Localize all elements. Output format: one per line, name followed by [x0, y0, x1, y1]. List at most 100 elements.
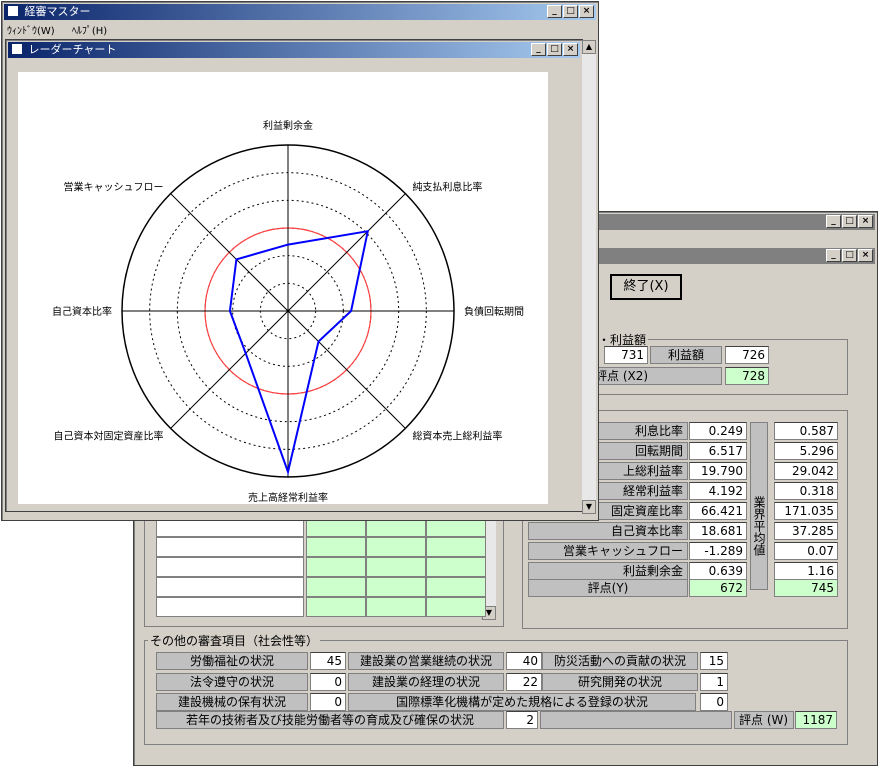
- other-item-value[interactable]: 0: [310, 693, 346, 711]
- score-x2-label: 評点 (X2): [590, 367, 722, 385]
- grid-cell-value[interactable]: [366, 577, 426, 597]
- close-button[interactable]: ×: [563, 43, 578, 56]
- grid-cell-value[interactable]: [306, 557, 366, 577]
- ratio-value[interactable]: -1.289: [689, 542, 747, 560]
- ratio-label: 自己資本比率: [528, 522, 688, 540]
- maximize-button[interactable]: □: [842, 215, 857, 228]
- app-icon: [8, 6, 18, 16]
- close-button[interactable]: ×: [579, 5, 594, 18]
- ratio-average[interactable]: 1.16: [774, 562, 838, 580]
- other-item-label: 労働福祉の状況: [156, 652, 308, 670]
- grid-cell-name[interactable]: [156, 557, 304, 577]
- radar-axis-label: 利益剰余金: [263, 119, 313, 132]
- grid-cell-name[interactable]: [156, 537, 304, 557]
- scroll-up-icon[interactable]: ▲: [582, 40, 596, 54]
- master-window-titlebar: 経審マスター _ □ ×: [4, 4, 596, 20]
- menu-window[interactable]: ｳｨﾝﾄﾞｳ(W): [7, 26, 55, 37]
- ratio-label: 営業キャッシュフロー: [528, 542, 688, 560]
- score-w-spacer: [540, 711, 732, 729]
- other-item-value[interactable]: 40: [506, 652, 542, 670]
- ratio-average[interactable]: 0.07: [774, 542, 838, 560]
- ratio-average[interactable]: 29.042: [774, 462, 838, 480]
- grid-cell-name[interactable]: [156, 597, 304, 617]
- other-item-label: 建設業の営業継続の状況: [348, 652, 504, 670]
- radar-axis-label: 営業キャッシュフロー: [64, 181, 164, 194]
- minimize-button[interactable]: _: [531, 43, 546, 56]
- industry-avg-text: 業界平均値: [752, 496, 766, 556]
- other-item-value[interactable]: 22: [506, 673, 542, 691]
- radar-axis: [287, 310, 406, 429]
- menu-bar: ｳｨﾝﾄﾞｳ(W) ﾍﾙﾌﾟ(H): [7, 22, 121, 37]
- ratio-value[interactable]: 0.639: [689, 562, 747, 580]
- ratio-average[interactable]: 171.035: [774, 502, 838, 520]
- radar-chart: 利益剰余金純支払利息比率負債回転期間総資本売上総利益率売上高経常利益率 自己資本対…: [52, 119, 524, 504]
- grid-cell-value[interactable]: [366, 597, 426, 617]
- grid-cell-value[interactable]: [426, 537, 486, 557]
- radar-window-title: レーダーチャート: [28, 43, 117, 56]
- score-w-value: 1187: [795, 711, 837, 729]
- other-item-label: 建設機械の保有状況: [156, 693, 308, 711]
- maximize-button[interactable]: □: [842, 249, 857, 262]
- radar-axis-label: 純支払利息比率: [412, 181, 482, 194]
- other-item-value[interactable]: 0: [700, 693, 728, 711]
- menu-help[interactable]: ﾍﾙﾌﾟ(H): [72, 26, 107, 37]
- close-button[interactable]: ×: [858, 249, 873, 262]
- ratio-value[interactable]: 66.421: [689, 502, 747, 520]
- profit-amount-label: 利益額: [650, 346, 722, 364]
- ratio-average[interactable]: 5.296: [774, 442, 838, 460]
- other-item-value[interactable]: 2: [506, 711, 538, 729]
- grid-cell-name[interactable]: [156, 577, 304, 597]
- end-button[interactable]: 終了(X): [610, 274, 682, 300]
- ratio-average[interactable]: 37.285: [774, 522, 838, 540]
- radar-axis: [287, 193, 406, 312]
- other-item-label: 建設業の経理の状況: [348, 673, 504, 691]
- ratio-label: 利益剰余金: [528, 562, 688, 580]
- grid-cell-value[interactable]: [366, 557, 426, 577]
- other-item-value[interactable]: 0: [310, 673, 346, 691]
- ratio-average[interactable]: 0.318: [774, 482, 838, 500]
- grid-cell-value[interactable]: [426, 557, 486, 577]
- other-item-label: 若年の技術者及び技能労働者等の育成及び確保の状況: [156, 711, 504, 729]
- minimize-button[interactable]: _: [547, 5, 562, 18]
- grid-cell-value[interactable]: [366, 537, 426, 557]
- ratio-value[interactable]: 19.790: [689, 462, 747, 480]
- close-button[interactable]: ×: [858, 215, 873, 228]
- other-item-label: 法令遵守の状況: [156, 673, 308, 691]
- ratio-average[interactable]: 0.587: [774, 422, 838, 440]
- ratio-value[interactable]: 4.192: [689, 482, 747, 500]
- scroll-down-icon[interactable]: ▼: [582, 500, 596, 514]
- score-x2-value: 728: [725, 367, 769, 385]
- ratio-value[interactable]: 0.249: [689, 422, 747, 440]
- mdi-vertical-scrollbar[interactable]: ▲ ▼: [582, 40, 596, 514]
- master-window: 経審マスター _ □ × ｳｨﾝﾄﾞｳ(W) ﾍﾙﾌﾟ(H) レーダーチャート …: [1, 1, 599, 521]
- radar-window-titlebar: レーダーチャート _ □ ×: [8, 42, 580, 58]
- other-item-value[interactable]: 15: [700, 652, 728, 670]
- chart-icon: [12, 44, 22, 54]
- other-item-label: 国際標準化機構が定めた規格による登録の状況: [348, 693, 696, 711]
- ratio-value[interactable]: 18.681: [689, 522, 747, 540]
- grid-cell-value[interactable]: [426, 577, 486, 597]
- profit-amount-value[interactable]: 726: [725, 346, 769, 364]
- maximize-button[interactable]: □: [563, 5, 578, 18]
- score-y-value: 672: [689, 579, 747, 597]
- master-window-title: 経審マスター: [24, 5, 91, 18]
- radar-axis-label: 自己資本対固定資産比率: [54, 429, 164, 442]
- grid-cell-value[interactable]: [306, 577, 366, 597]
- score-w-label: 評点 (W): [734, 711, 794, 729]
- industry-avg-label: 業界平均値: [750, 422, 768, 590]
- ratio-value[interactable]: 6.517: [689, 442, 747, 460]
- grid-cell-value[interactable]: [426, 597, 486, 617]
- grid-cell-value[interactable]: [306, 597, 366, 617]
- minimize-button[interactable]: _: [826, 249, 841, 262]
- grid-cell-value[interactable]: [306, 537, 366, 557]
- profit-amount-left[interactable]: 731: [604, 346, 648, 364]
- minimize-button[interactable]: _: [826, 215, 841, 228]
- other-item-label: 研究開発の状況: [542, 673, 698, 691]
- score-y-label: 評点(Y): [528, 579, 688, 597]
- radar-axis-label: 売上高経常利益率: [248, 491, 328, 504]
- radar-canvas: 利益剰余金 純支払利息比率 負債回転期間 総資本売上総利益率 売上高経常利益率 自己資本対…: [18, 72, 548, 504]
- radar-axis: [170, 310, 289, 429]
- other-item-value[interactable]: 45: [310, 652, 346, 670]
- maximize-button[interactable]: □: [547, 43, 562, 56]
- other-item-value[interactable]: 1: [700, 673, 728, 691]
